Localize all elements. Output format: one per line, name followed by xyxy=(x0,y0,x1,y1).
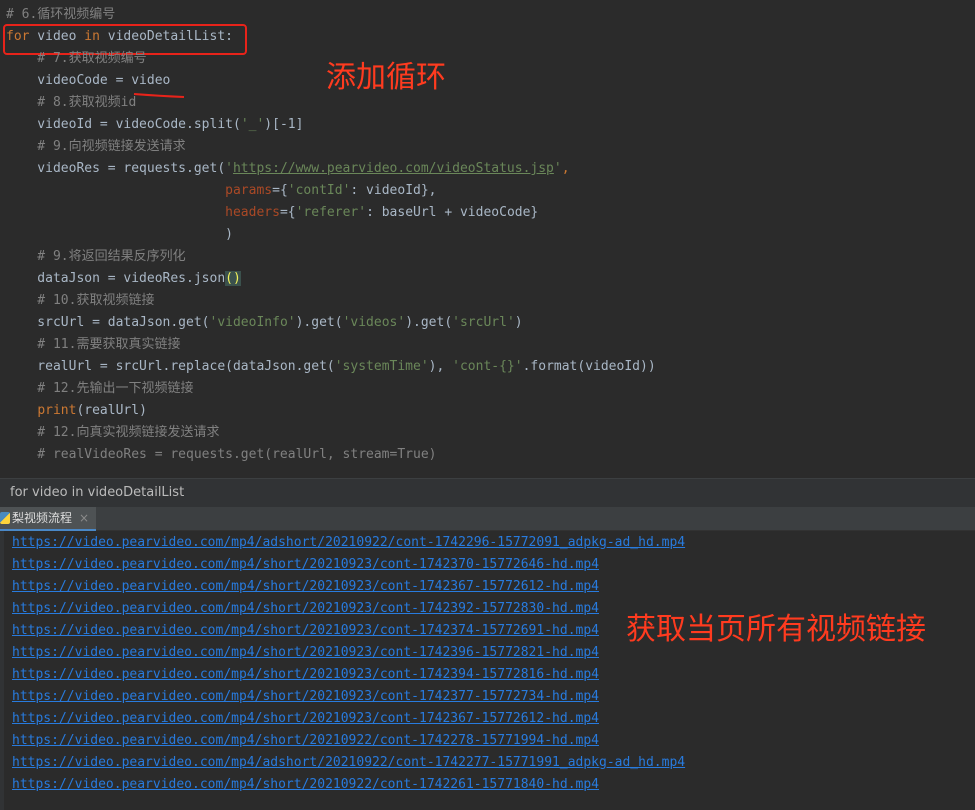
code-token: ), xyxy=(428,359,453,374)
console-link[interactable]: https://video.pearvideo.com/mp4/short/20… xyxy=(12,664,599,686)
code-token: 'referer' xyxy=(295,205,367,220)
code-line[interactable]: ) xyxy=(6,224,233,246)
code-token: 'cont-{}' xyxy=(452,359,523,374)
code-token: '_' xyxy=(240,117,265,132)
code-token: ={ xyxy=(279,205,296,220)
code-token: ).get( xyxy=(295,315,343,330)
code-token: 'contId' xyxy=(287,183,351,198)
code-token: : baseUrl + videoCode} xyxy=(366,205,539,220)
run-tab-bar: 梨视频流程 × xyxy=(0,507,975,531)
code-line[interactable]: # 7.获取视频编号 xyxy=(6,48,147,70)
code-line[interactable]: # 8.获取视频id xyxy=(6,92,136,114)
code-token: (realUrl) xyxy=(76,403,147,418)
code-token: : videoId}, xyxy=(350,183,437,198)
code-token: .format(videoId)) xyxy=(522,359,656,374)
code-line[interactable]: videoRes = requests.get('https://www.pea… xyxy=(6,158,570,180)
tab-label: 梨视频流程 xyxy=(12,511,73,525)
console-link[interactable]: https://video.pearvideo.com/mp4/short/20… xyxy=(12,598,599,620)
code-token: # 12.先输出一下视频链接 xyxy=(6,381,194,396)
console-link[interactable]: https://video.pearvideo.com/mp4/short/20… xyxy=(12,708,599,730)
code-token: srcUrl = dataJson.get( xyxy=(6,315,210,330)
annotation-add-loop: 添加循环 xyxy=(326,60,446,95)
code-token: videoCode = video xyxy=(6,73,171,88)
code-line[interactable]: # 12.向真实视频链接发送请求 xyxy=(6,422,219,444)
console-link[interactable]: https://video.pearvideo.com/mp4/short/20… xyxy=(12,620,599,642)
code-token: ={ xyxy=(272,183,288,198)
code-token: # 11.需要获取真实链接 xyxy=(6,337,181,352)
code-token: 'systemTime' xyxy=(334,359,429,374)
code-token: # 6.循环视频编号 xyxy=(6,7,116,22)
code-token: realUrl = srcUrl.replace(dataJson.get( xyxy=(6,359,335,374)
code-token: , xyxy=(561,161,570,176)
code-token: ) xyxy=(514,315,523,330)
console-link[interactable]: https://video.pearvideo.com/mp4/short/20… xyxy=(12,774,599,796)
code-token: )[-1] xyxy=(264,117,304,132)
code-token: # 10.获取视频链接 xyxy=(6,293,155,308)
code-token: video xyxy=(29,29,85,44)
tab-run-pear-video[interactable]: 梨视频流程 × xyxy=(0,507,96,531)
code-token: 'videoInfo' xyxy=(209,315,296,330)
code-token: params xyxy=(225,183,273,198)
close-icon[interactable]: × xyxy=(79,507,89,529)
code-token: dataJson = videoRes.json xyxy=(6,271,226,286)
code-line[interactable]: headers={'referer': baseUrl + videoCode} xyxy=(6,202,538,224)
code-token: 'srcUrl' xyxy=(452,315,515,330)
console-link[interactable]: https://video.pearvideo.com/mp4/adshort/… xyxy=(12,532,685,554)
code-token: ).get( xyxy=(405,315,453,330)
code-token: https://www.pearvideo.com/videoStatus.js… xyxy=(232,161,554,176)
code-token: # realVideoRes = requests.get(realUrl, s… xyxy=(6,447,437,462)
run-console[interactable]: 获取当页所有视频链接 https://video.pearvideo.com/m… xyxy=(0,531,975,810)
code-token: 'videos' xyxy=(342,315,406,330)
code-token: () xyxy=(225,271,241,286)
console-link[interactable]: https://video.pearvideo.com/mp4/short/20… xyxy=(12,642,599,664)
code-token: # 7.获取视频编号 xyxy=(6,51,147,66)
code-token: ' xyxy=(225,161,233,176)
code-token: # 12.向真实视频链接发送请求 xyxy=(6,425,220,440)
code-token: # 8.获取视频id xyxy=(6,95,137,110)
code-token: headers xyxy=(225,205,280,220)
code-token: print xyxy=(37,403,77,418)
code-line[interactable]: # realVideoRes = requests.get(realUrl, s… xyxy=(6,444,436,466)
console-link[interactable]: https://video.pearvideo.com/mp4/short/20… xyxy=(12,554,599,576)
breadcrumb[interactable]: for video in videoDetailList xyxy=(0,478,975,507)
code-token: videoId = videoCode.split( xyxy=(6,117,241,132)
code-line[interactable]: # 11.需要获取真实链接 xyxy=(6,334,180,356)
code-line[interactable]: # 6.循环视频编号 xyxy=(6,4,115,26)
console-link[interactable]: https://video.pearvideo.com/mp4/short/20… xyxy=(12,730,599,752)
code-token: for xyxy=(6,29,30,44)
code-token: videoDetailList: xyxy=(99,29,233,44)
code-line[interactable]: params={'contId': videoId}, xyxy=(6,180,437,202)
code-line[interactable]: print(realUrl) xyxy=(6,400,147,422)
code-token: in xyxy=(84,29,100,44)
code-line[interactable]: videoId = videoCode.split('_')[-1] xyxy=(6,114,303,136)
annotation-get-links: 获取当页所有视频链接 xyxy=(626,612,926,647)
code-line[interactable]: # 9.向视频链接发送请求 xyxy=(6,136,186,158)
console-gutter xyxy=(0,531,4,810)
python-icon xyxy=(0,512,10,524)
code-line[interactable]: # 12.先输出一下视频链接 xyxy=(6,378,193,400)
code-line[interactable]: for video in videoDetailList: xyxy=(6,26,233,48)
code-token: ) xyxy=(6,227,233,242)
code-line[interactable]: videoCode = video xyxy=(6,70,170,92)
code-line[interactable]: # 9.将返回结果反序列化 xyxy=(6,246,186,268)
code-editor[interactable]: 添加循环 # 6.循环视频编号 for video in videoDetailL… xyxy=(0,0,975,478)
console-link[interactable]: https://video.pearvideo.com/mp4/short/20… xyxy=(12,576,599,598)
code-line[interactable]: dataJson = videoRes.json() xyxy=(6,268,241,290)
code-line[interactable]: # 10.获取视频链接 xyxy=(6,290,154,312)
code-line[interactable]: realUrl = srcUrl.replace(dataJson.get('s… xyxy=(6,356,656,378)
code-token: ' xyxy=(553,161,562,176)
console-link[interactable]: https://video.pearvideo.com/mp4/adshort/… xyxy=(12,752,685,774)
console-link[interactable]: https://video.pearvideo.com/mp4/short/20… xyxy=(12,686,599,708)
code-token: # 9.将返回结果反序列化 xyxy=(6,249,186,264)
code-token: # 9.向视频链接发送请求 xyxy=(6,139,186,154)
code-line[interactable]: srcUrl = dataJson.get('videoInfo').get('… xyxy=(6,312,523,334)
code-token: videoRes = requests.get( xyxy=(6,161,226,176)
